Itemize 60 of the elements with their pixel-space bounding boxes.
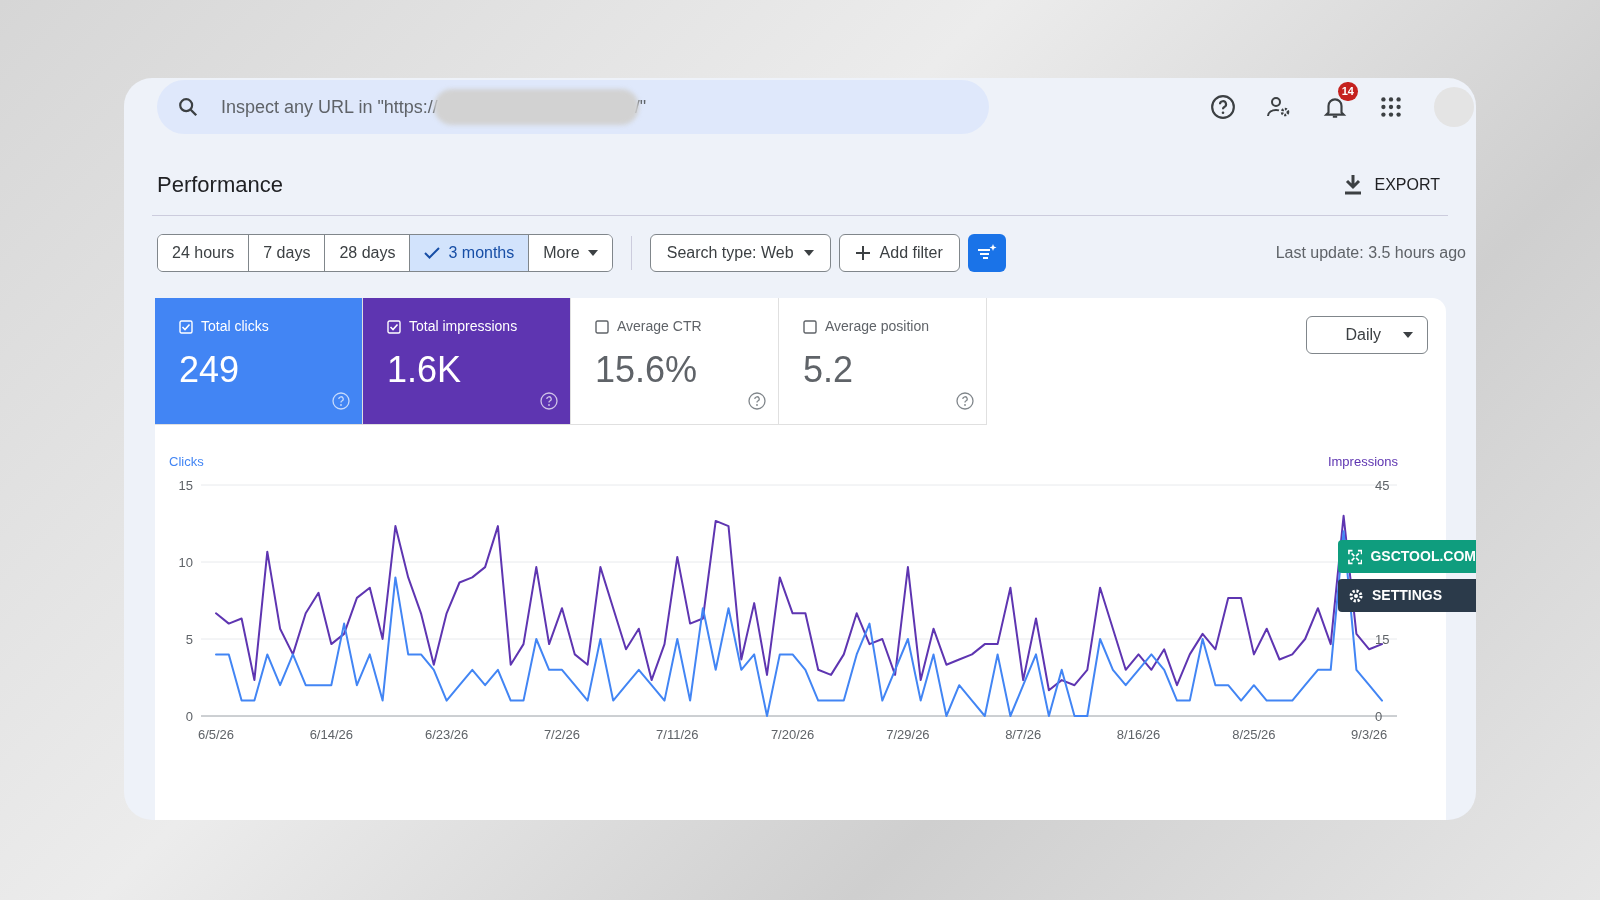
axis-tick-label: 6/5/26: [197, 727, 235, 742]
axis-tick-label: 5: [185, 632, 193, 647]
axis-tick-label: 7/11/26: [656, 727, 699, 742]
help-icon[interactable]: [1210, 94, 1236, 120]
caret-icon: [1403, 332, 1413, 338]
axis-tick-label: 8/25/26: [1232, 727, 1276, 742]
add-filter-button[interactable]: Add filter: [838, 234, 960, 272]
date-range-tab[interactable]: 7 days: [249, 235, 326, 271]
date-range-tab[interactable]: 28 days: [325, 235, 411, 271]
axis-tick-label: 7/2/26: [543, 727, 581, 742]
metric-label: Average position: [825, 317, 930, 336]
search-icon: [177, 96, 199, 118]
metric-card[interactable]: Average position 5.2: [779, 298, 987, 425]
axis-tick-label: 0: [1375, 709, 1383, 724]
check-icon: [424, 247, 441, 259]
download-icon: [1342, 173, 1363, 196]
date-range-tab[interactable]: 3 months: [410, 235, 530, 271]
axis-tick-label: 6/23/26: [424, 727, 469, 742]
axis-tick-label: 0: [185, 709, 193, 724]
expand-icon: [1348, 548, 1363, 565]
notification-badge: 14: [1337, 82, 1358, 101]
axis-tick-label: 7/20/26: [770, 727, 815, 742]
export-button[interactable]: EXPORT: [1336, 171, 1446, 198]
axis-tick-label: 8/7/26: [1005, 727, 1042, 742]
search-type-dropdown[interactable]: Search type: Web: [649, 234, 831, 272]
search-field[interactable]: Inspect any URL in "https:// /": [157, 80, 989, 134]
axis-title: Impressions: [1327, 456, 1398, 469]
metric-label: Total clicks: [201, 317, 269, 336]
settings-button[interactable]: SETTINGS: [1338, 579, 1476, 612]
axis-tick-label: 15: [178, 478, 193, 493]
axis-title: Clicks: [169, 456, 204, 469]
axis-tick-label: 9/3/26: [1351, 727, 1388, 742]
plus-icon: [855, 246, 870, 260]
axis-tick-label: 45: [1375, 478, 1390, 493]
axis-tick-label: 10: [178, 555, 193, 570]
checkbox[interactable]: [595, 319, 609, 334]
more-dropdown[interactable]: More: [529, 235, 612, 271]
date-range-tab[interactable]: 24 hours: [158, 235, 250, 271]
page-title: Performance: [157, 171, 283, 199]
granularity-dropdown[interactable]: Daily: [1306, 316, 1428, 354]
metric-label: Total impressions: [409, 317, 518, 336]
last-update-text: Last update: 3.5 hours ago: [1275, 243, 1466, 263]
metric-value: 15.6%: [595, 348, 699, 392]
axis-tick-label: 6/14/26: [309, 727, 353, 742]
axis-tick-label: 8/16/26: [1116, 727, 1161, 742]
axis-tick-label: 7/29/26: [886, 727, 930, 742]
caret-icon: [803, 250, 814, 256]
axis-tick-label: 15: [1375, 632, 1390, 647]
placeholder-text: /": [634, 95, 647, 119]
checkbox[interactable]: [803, 319, 817, 334]
metric-value: 249: [179, 348, 241, 392]
filter-button[interactable]: [967, 234, 1006, 272]
metric-value: 5.2: [803, 348, 855, 392]
metric-value: 1.6K: [387, 348, 463, 392]
caret-icon: [587, 250, 598, 256]
metric-card[interactable]: Average CTR 15.6%: [571, 298, 779, 425]
gear-icon: [1348, 587, 1364, 604]
metric-label: Average CTR: [617, 317, 702, 336]
apps-grid-icon[interactable]: [1378, 94, 1404, 120]
placeholder-text: Inspect any URL in "https://: [221, 95, 438, 119]
